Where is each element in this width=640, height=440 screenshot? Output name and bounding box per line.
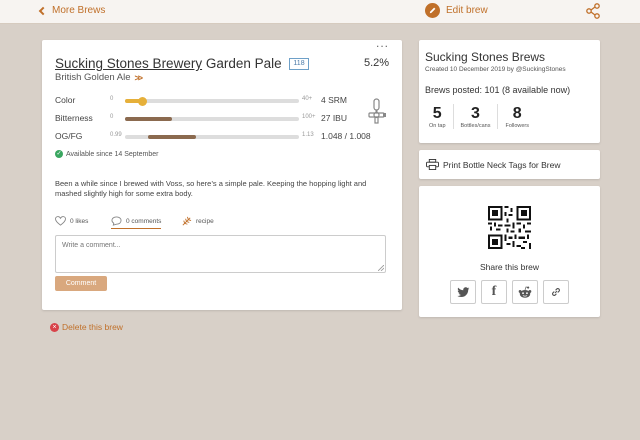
- comment-bubble-icon: [111, 216, 122, 226]
- chevron-left-icon: [38, 6, 48, 16]
- more-options-icon[interactable]: ...: [376, 36, 389, 50]
- recipe-link[interactable]: recipe: [181, 216, 214, 227]
- stat-value: 4 SRM: [321, 95, 347, 105]
- stat-max: 100+: [302, 114, 316, 120]
- brewer-card: Sucking Stones Brews Created 10 December…: [419, 40, 600, 143]
- followers-count: 8: [512, 105, 522, 122]
- stat-min: 0: [110, 96, 114, 102]
- availability-status: ✓ Available since 14 September: [55, 150, 158, 158]
- share-heading: Share this brew: [479, 262, 540, 272]
- brews-posted: Brews posted: 101 (8 available now): [425, 85, 571, 95]
- copy-link-button[interactable]: [543, 280, 569, 304]
- brewer-subtitle: Created 10 December 2019 by @SuckingSton…: [425, 66, 566, 73]
- on-tap-count: 5: [432, 105, 442, 122]
- gravity-track: [125, 135, 299, 139]
- comments-tab[interactable]: 0 comments: [111, 216, 162, 229]
- edit-brew-button[interactable]: Edit brew: [425, 3, 488, 18]
- share-facebook-button[interactable]: f: [481, 280, 507, 304]
- comment-input[interactable]: [55, 235, 386, 273]
- share-twitter-button[interactable]: [450, 280, 476, 304]
- stat-min: 0.99: [110, 132, 122, 138]
- pencil-icon: [425, 3, 440, 18]
- gravity-fill: [147, 135, 197, 139]
- reddit-icon: [518, 285, 532, 298]
- bitterness-fill: [125, 117, 172, 121]
- stat-value: 1.048 / 1.008: [321, 131, 371, 141]
- followers-label: Followers: [505, 123, 530, 129]
- stat-value: 27 IBU: [321, 113, 347, 123]
- heart-icon: [55, 216, 66, 226]
- stat-max: 1.13: [302, 132, 314, 138]
- stat-label: OG/FG: [55, 131, 83, 141]
- abv-value: 5.2%: [364, 57, 390, 69]
- followers-stat: 8 Followers: [498, 104, 536, 129]
- brewery-link[interactable]: Sucking Stones Brewery: [55, 56, 202, 71]
- likes-count: 0 likes: [70, 217, 89, 225]
- brew-title: Sucking Stones Brewery Garden Pale 118: [55, 56, 309, 71]
- share-reddit-button[interactable]: [512, 280, 538, 304]
- check-circle-icon: ✓: [55, 150, 63, 158]
- beer-tap-icon: [366, 98, 388, 131]
- color-marker: [138, 97, 148, 106]
- brewer-stats: 5 On tap 3 Bottles/cans 8 Followers: [425, 104, 536, 129]
- delete-brew-label: Delete this brew: [62, 322, 123, 332]
- top-bar: More Brews Edit brew: [0, 0, 640, 24]
- bottles-stat: 3 Bottles/cans: [454, 104, 499, 129]
- link-icon: [552, 288, 560, 296]
- brew-badge: 118: [289, 58, 309, 70]
- recipe-label: recipe: [196, 218, 214, 225]
- stat-color: Color 0 40+ 4 SRM: [55, 95, 375, 107]
- qr-code: [488, 206, 531, 249]
- share-icon[interactable]: [586, 3, 600, 24]
- comments-count: 0 comments: [126, 217, 162, 225]
- more-brews-label: More Brews: [52, 5, 106, 16]
- edit-brew-label: Edit brew: [446, 5, 488, 16]
- delete-icon: ×: [50, 322, 59, 332]
- stat-max: 40+: [302, 96, 313, 102]
- brew-name: Garden Pale: [205, 56, 282, 71]
- brew-description: Been a while since I brewed with Voss, s…: [55, 179, 367, 198]
- print-tags-card[interactable]: Print Bottle Neck Tags for Brew: [419, 150, 600, 179]
- on-tap-stat: 5 On tap: [425, 104, 454, 129]
- on-tap-label: On tap: [429, 123, 446, 129]
- twitter-icon: [456, 286, 469, 297]
- delete-brew-link[interactable]: × Delete this brew: [50, 322, 123, 332]
- availability-label: Available since 14 September: [66, 150, 159, 158]
- brew-card: ... Sucking Stones Brewery Garden Pale 1…: [42, 36, 402, 310]
- beer-style[interactable]: British Golden Ale >>: [55, 72, 143, 83]
- comment-button[interactable]: Comment: [55, 276, 107, 291]
- more-brews-link[interactable]: More Brews: [38, 5, 106, 16]
- beer-style-label: British Golden Ale: [55, 72, 131, 83]
- bitterness-track: [125, 117, 299, 121]
- facebook-icon: f: [491, 284, 497, 299]
- stat-og-fg: OG/FG 0.99 1.13 1.048 / 1.008: [55, 131, 375, 143]
- share-card: Share this brew f: [419, 186, 600, 317]
- hops-icon: [182, 216, 192, 226]
- stat-label: Color: [55, 95, 76, 105]
- stat-min: 0: [110, 114, 114, 120]
- brewer-name[interactable]: Sucking Stones Brews: [425, 50, 545, 64]
- printer-icon: [426, 159, 439, 170]
- print-tags-label: Print Bottle Neck Tags for Brew: [443, 159, 561, 170]
- color-track: [125, 97, 299, 106]
- bottles-count: 3: [471, 105, 480, 122]
- bottles-label: Bottles/cans: [460, 123, 491, 129]
- stat-bitterness: Bitterness 0 100+ 27 IBU: [55, 113, 375, 125]
- like-button[interactable]: 0 likes: [55, 216, 88, 226]
- stat-label: Bitterness: [55, 113, 93, 123]
- resize-handle-icon[interactable]: [378, 265, 384, 271]
- double-chevron-right-icon: >>: [134, 72, 143, 83]
